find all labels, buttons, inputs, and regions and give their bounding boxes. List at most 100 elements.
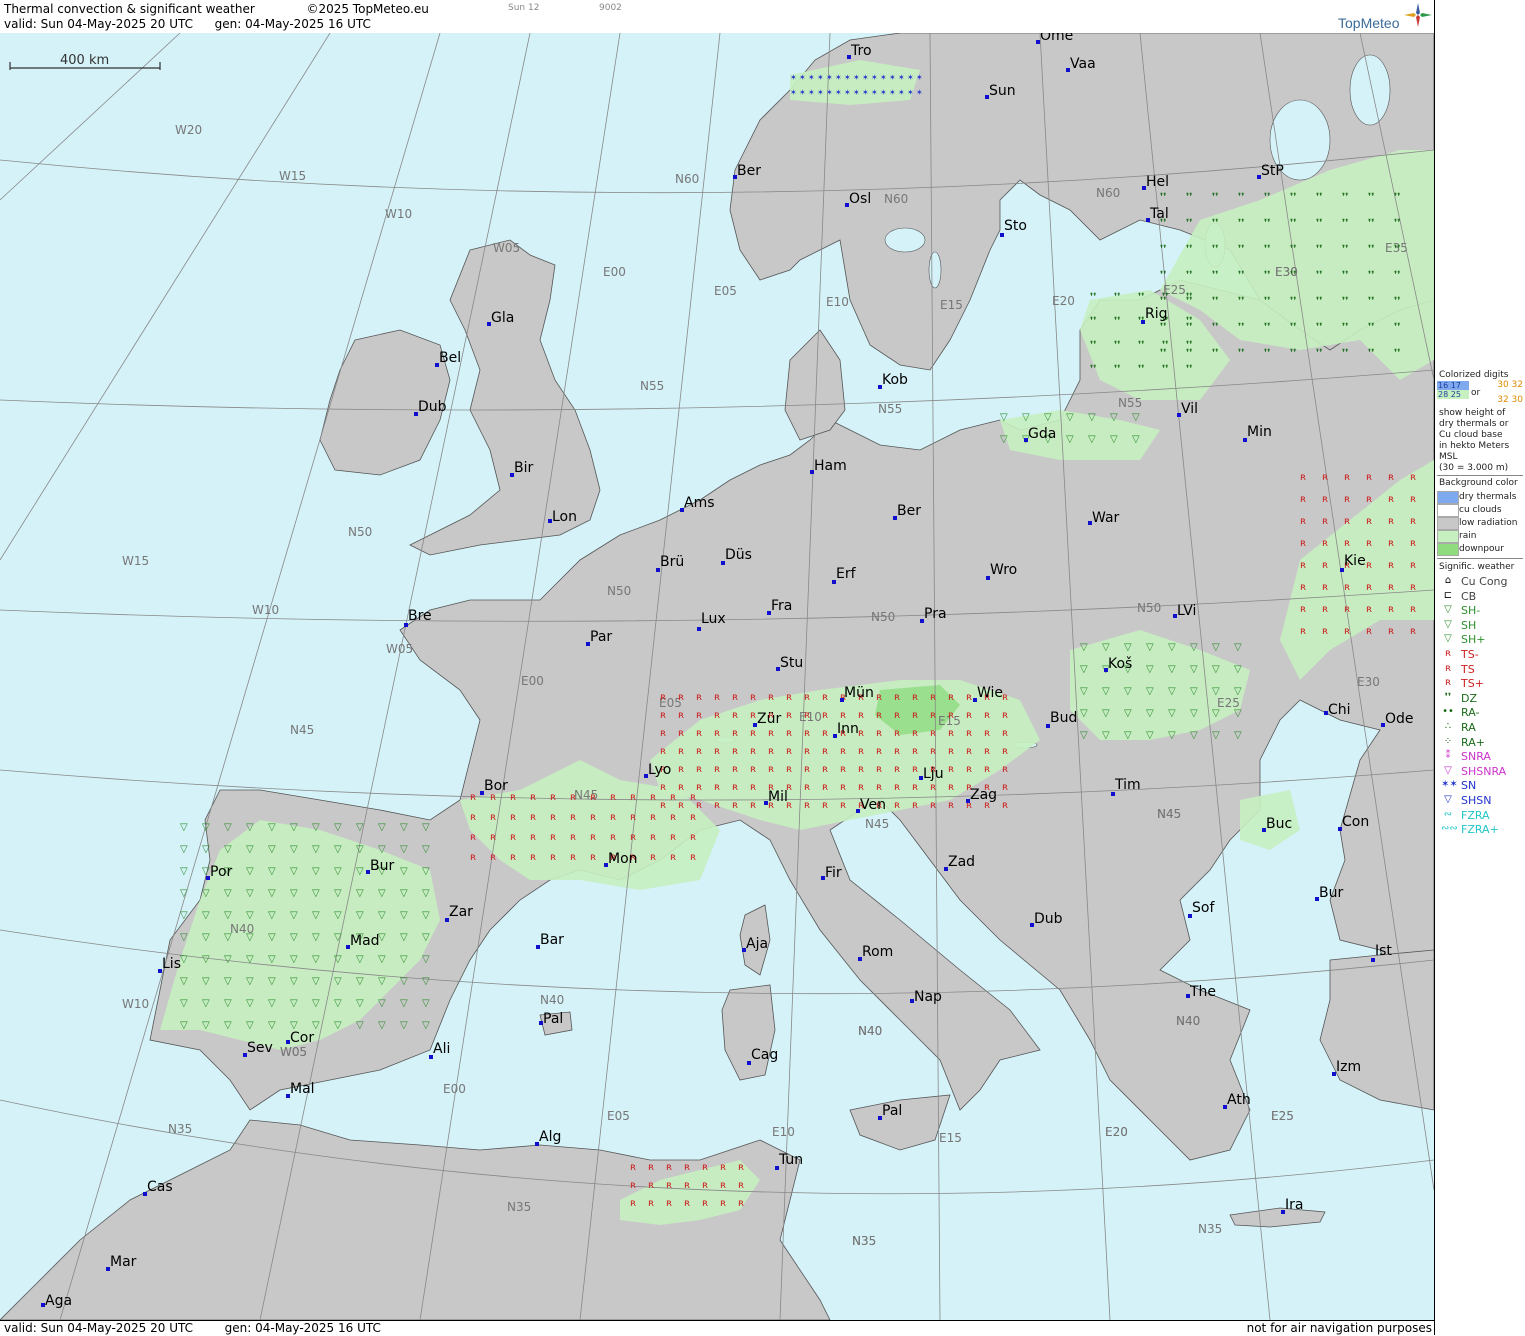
grid-label: N40: [540, 993, 564, 1007]
city-marker[interactable]: Ira: [1281, 1197, 1303, 1214]
city-marker[interactable]: Ber: [893, 503, 921, 520]
city-marker[interactable]: Bar: [536, 932, 564, 949]
city-marker[interactable]: Dub: [1030, 911, 1063, 927]
city-marker[interactable]: Mad: [346, 933, 380, 949]
snow-symbol-icon: ✶: [826, 88, 833, 97]
city-marker[interactable]: Cag: [747, 1047, 778, 1065]
city-marker[interactable]: War: [1088, 510, 1120, 526]
city-marker[interactable]: Bud: [1046, 710, 1077, 728]
digits-sample-b2: 32 30: [1497, 395, 1523, 405]
city-marker[interactable]: Bir: [510, 460, 533, 477]
copyright: ©2025 TopMeteo.eu: [306, 2, 429, 16]
city-marker[interactable]: Erf: [832, 566, 857, 584]
city-marker[interactable]: Ode: [1381, 711, 1414, 727]
city-marker[interactable]: Lon: [548, 509, 577, 525]
weather-symbol-icon: ▽: [202, 954, 210, 965]
city-marker[interactable]: The: [1186, 984, 1216, 1000]
city-marker[interactable]: Kob: [878, 372, 908, 389]
city-marker[interactable]: Nap: [910, 989, 942, 1005]
city-marker[interactable]: Ham: [810, 458, 847, 474]
weather-symbol-icon: ʀ: [1322, 494, 1328, 505]
city-marker[interactable]: Gla: [487, 310, 514, 326]
city-marker[interactable]: Zag: [966, 787, 997, 803]
city-marker[interactable]: Cor: [286, 1030, 314, 1046]
city-marker[interactable]: Stu: [776, 655, 803, 671]
weather-symbol-icon: ʀ: [648, 1180, 654, 1191]
city-marker[interactable]: Cas: [143, 1179, 173, 1196]
city-marker[interactable]: Pal: [878, 1103, 902, 1120]
city-marker[interactable]: Ome: [1036, 33, 1073, 44]
city-marker[interactable]: Lyo: [644, 762, 671, 778]
city-marker[interactable]: Sun: [985, 83, 1016, 99]
city-marker[interactable]: Fir: [821, 865, 842, 881]
city-marker[interactable]: Wie: [973, 685, 1003, 702]
weather-symbol-icon: ʀ: [696, 692, 702, 703]
city-marker[interactable]: Mün: [840, 685, 874, 702]
weather-symbol-icon: ▽: [246, 976, 254, 987]
city-marker[interactable]: Ber: [733, 163, 761, 179]
city-marker[interactable]: Inn: [833, 721, 859, 738]
snow-symbol-icon: ✶: [916, 88, 923, 97]
city-marker[interactable]: Zür: [753, 711, 781, 727]
weather-symbol-icon: ʀ: [1300, 626, 1306, 637]
city-marker[interactable]: Par: [586, 629, 612, 646]
city-marker[interactable]: Hel: [1142, 174, 1169, 190]
weather-symbol-icon: ▽: [1044, 412, 1052, 423]
city-marker[interactable]: Lis: [158, 956, 181, 973]
compass-star-icon: [1404, 3, 1432, 27]
city-marker[interactable]: Tal: [1146, 206, 1169, 222]
city-marker[interactable]: Fra: [767, 598, 792, 615]
city-marker[interactable]: Ams: [680, 495, 715, 512]
city-marker[interactable]: Sof: [1188, 900, 1215, 918]
city-marker[interactable]: Ath: [1223, 1092, 1251, 1109]
city-marker[interactable]: Zad: [944, 854, 975, 871]
city-marker[interactable]: Mil: [764, 789, 788, 805]
city-marker[interactable]: Izm: [1332, 1059, 1361, 1076]
city-marker[interactable]: Alg: [535, 1129, 561, 1146]
city-marker[interactable]: Aja: [742, 936, 768, 952]
city-marker[interactable]: Ali: [429, 1041, 450, 1059]
city-marker[interactable]: Vaa: [1066, 56, 1096, 72]
weather-symbol-icon: ❜❜: [1212, 244, 1218, 255]
city-marker[interactable]: Mar: [106, 1254, 137, 1271]
city-marker[interactable]: Bor: [480, 778, 508, 795]
city-marker[interactable]: Tro: [847, 43, 872, 59]
city-marker[interactable]: Aga: [41, 1293, 72, 1309]
weather-symbol-icon: ʀ: [768, 728, 774, 739]
city-marker[interactable]: LVi: [1173, 603, 1196, 619]
city-marker[interactable]: Dub: [414, 399, 447, 416]
city-marker[interactable]: Tun: [775, 1152, 803, 1170]
city-marker[interactable]: Sev: [243, 1040, 273, 1057]
city-marker[interactable]: Vil: [1177, 401, 1198, 417]
topmeteo-logo-text[interactable]: TopMeteo: [1338, 15, 1399, 31]
city-marker[interactable]: Lju: [919, 766, 944, 782]
weather-symbol-icon: ❜❜: [1368, 296, 1374, 307]
city-marker[interactable]: Mal: [286, 1081, 315, 1098]
weather-symbol-icon: ʀ: [840, 782, 846, 793]
city-marker[interactable]: Wro: [986, 562, 1017, 580]
city-marker[interactable]: Rom: [858, 944, 893, 961]
city-marker[interactable]: Rig: [1141, 306, 1168, 324]
city-marker[interactable]: Osl: [845, 191, 871, 207]
weather-symbol-icon: ʀ: [630, 1162, 636, 1173]
city-marker[interactable]: Min: [1243, 424, 1272, 442]
grid-label: E05: [714, 284, 737, 298]
weather-map[interactable]: W20 W15 W10 W05 E00 E05 E10 E15 E20 E25 …: [0, 33, 1434, 1320]
city-marker[interactable]: Por: [206, 864, 233, 880]
city-marker[interactable]: Ven: [856, 797, 886, 813]
city-marker[interactable]: Con: [1338, 814, 1369, 831]
city-marker[interactable]: Düs: [721, 547, 752, 565]
city-marker[interactable]: Bur: [366, 858, 394, 874]
city-marker[interactable]: Gda: [1024, 426, 1056, 442]
city-marker[interactable]: Buc: [1262, 816, 1292, 832]
city-marker[interactable]: Chi: [1324, 702, 1351, 718]
city-marker[interactable]: Brü: [656, 554, 684, 572]
city-marker[interactable]: StP: [1257, 163, 1284, 179]
city-marker[interactable]: Bel: [435, 350, 461, 367]
city-marker[interactable]: Mon: [604, 851, 638, 867]
city-marker[interactable]: Pra: [920, 606, 947, 623]
city-marker[interactable]: Bur: [1315, 885, 1343, 901]
city-marker[interactable]: Zar: [445, 904, 473, 922]
city-marker[interactable]: Koš: [1104, 656, 1132, 672]
city-marker[interactable]: Pal: [539, 1011, 563, 1027]
